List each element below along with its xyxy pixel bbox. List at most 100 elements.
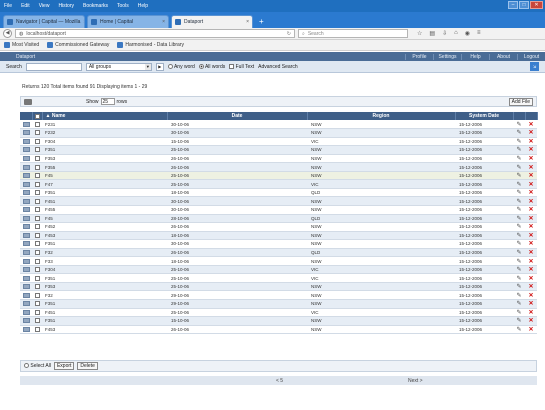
delete-cell[interactable]: ✕ (525, 231, 537, 241)
nav-about[interactable]: About (489, 53, 517, 60)
edit-cell[interactable]: ✎ (513, 256, 525, 266)
row-checkbox[interactable] (32, 145, 42, 155)
row-checkbox[interactable] (32, 299, 42, 309)
delete-cell[interactable]: ✕ (525, 145, 537, 155)
cell-name[interactable]: F232 (42, 128, 167, 138)
edit-cell[interactable]: ✎ (513, 188, 525, 198)
row-checkbox[interactable] (32, 154, 42, 164)
table-row[interactable]: F45 28-10-06 QLD 15-12-2006 ✎ ✕ (20, 214, 537, 224)
table-row[interactable]: F304 15-10-06 VIC 15-12-2006 ✎ ✕ (20, 137, 537, 147)
minimize-icon[interactable]: – (508, 1, 518, 9)
row-checkbox[interactable] (32, 128, 42, 138)
pencil-icon[interactable]: ✎ (513, 300, 525, 307)
delete-cell[interactable]: ✕ (525, 214, 537, 224)
close-tab-icon[interactable]: × (246, 19, 249, 25)
delete-cell[interactable]: ✕ (525, 128, 537, 138)
cell-name[interactable]: F45 (42, 171, 167, 181)
header-checkbox-col[interactable] (32, 112, 43, 120)
pencil-icon[interactable]: ✎ (513, 172, 525, 179)
row-checkbox[interactable] (32, 290, 42, 300)
delete-x-icon[interactable]: ✕ (525, 258, 537, 265)
delete-x-icon[interactable]: ✕ (525, 198, 537, 205)
delete-cell[interactable]: ✕ (525, 316, 537, 326)
table-row[interactable]: F453 18-10-06 NSW 15-12-2006 ✎ ✕ (20, 231, 537, 241)
edit-cell[interactable]: ✎ (513, 162, 525, 172)
row-checkbox[interactable] (32, 120, 42, 130)
delete-x-icon[interactable]: ✕ (525, 266, 537, 273)
cell-name[interactable]: F351 (42, 273, 167, 283)
bookmark-most-visited[interactable]: Most Visited (4, 42, 39, 48)
edit-cell[interactable]: ✎ (513, 248, 525, 258)
edit-cell[interactable]: ✎ (513, 145, 525, 155)
edit-cell[interactable]: ✎ (513, 299, 525, 309)
header-region[interactable]: Region (307, 112, 456, 120)
table-row[interactable]: F353 26-10-06 NSW 15-12-2006 ✎ ✕ (20, 154, 537, 164)
row-checkbox[interactable] (32, 248, 42, 258)
pencil-icon[interactable]: ✎ (513, 223, 525, 230)
export-button[interactable]: Export (53, 362, 75, 370)
edit-cell[interactable]: ✎ (513, 316, 525, 326)
delete-cell[interactable]: ✕ (525, 282, 537, 292)
radio-all-words[interactable]: All words (198, 64, 225, 70)
table-row[interactable]: F232 30-10-06 NSW 15-12-2006 ✎ ✕ (20, 128, 537, 138)
delete-x-icon[interactable]: ✕ (525, 129, 537, 136)
row-checkbox[interactable] (32, 308, 42, 318)
table-row[interactable]: F355 26-10-06 NSW 15-12-2006 ✎ ✕ (20, 162, 537, 172)
row-checkbox[interactable] (32, 222, 42, 232)
row-checkbox[interactable] (32, 256, 42, 266)
delete-cell[interactable]: ✕ (525, 188, 537, 198)
browser-tab-1[interactable]: Navigator | Capital — Mozilla × (3, 15, 85, 28)
edit-cell[interactable]: ✎ (513, 231, 525, 241)
pencil-icon[interactable]: ✎ (513, 198, 525, 205)
search-field-select[interactable]: All groups ▼ (85, 62, 152, 71)
pencil-icon[interactable]: ✎ (513, 266, 525, 273)
delete-x-icon[interactable]: ✕ (525, 240, 537, 247)
delete-x-icon[interactable]: ✕ (525, 172, 537, 179)
table-row[interactable]: F351 25-10-06 VIC 15-12-2006 ✎ ✕ (20, 273, 537, 283)
delete-x-icon[interactable]: ✕ (525, 326, 537, 333)
row-checkbox[interactable] (32, 137, 42, 147)
row-checkbox[interactable] (32, 205, 42, 215)
header-date[interactable]: Date (167, 112, 308, 120)
maximize-icon[interactable]: □ (519, 1, 529, 9)
pencil-icon[interactable]: ✎ (513, 155, 525, 162)
delete-cell[interactable]: ✕ (525, 248, 537, 258)
pencil-icon[interactable]: ✎ (513, 275, 525, 282)
cell-name[interactable]: F304 (42, 265, 167, 275)
edit-cell[interactable]: ✎ (513, 239, 525, 249)
edit-cell[interactable]: ✎ (513, 273, 525, 283)
printer-icon[interactable] (24, 98, 32, 105)
cell-name[interactable]: F33 (42, 256, 167, 266)
menu-edit[interactable]: Edit (21, 3, 30, 9)
cell-name[interactable]: F455 (42, 205, 167, 215)
advanced-search-link[interactable]: Advanced Search (258, 64, 297, 70)
search-go-button[interactable]: ▶ (155, 62, 164, 71)
pencil-icon[interactable]: ✎ (513, 146, 525, 153)
cell-name[interactable]: F32 (42, 248, 167, 258)
cell-name[interactable]: F451 (42, 196, 167, 206)
close-tab-icon[interactable]: × (162, 19, 165, 25)
row-checkbox[interactable] (32, 239, 42, 249)
delete-cell[interactable]: ✕ (525, 171, 537, 181)
table-row[interactable]: F231 30-10-06 NSW 15-12-2006 ✎ ✕ (20, 120, 537, 130)
table-row[interactable]: F47 25-10-06 VIC 15-12-2006 ✎ ✕ (20, 179, 537, 189)
close-tab-icon[interactable]: × (83, 19, 84, 25)
edit-cell[interactable]: ✎ (513, 179, 525, 189)
menu-help[interactable]: Help (138, 3, 148, 9)
delete-cell[interactable]: ✕ (525, 137, 537, 147)
delete-cell[interactable]: ✕ (525, 222, 537, 232)
pencil-icon[interactable]: ✎ (513, 249, 525, 256)
row-checkbox[interactable] (32, 273, 42, 283)
edit-cell[interactable]: ✎ (513, 205, 525, 215)
pencil-icon[interactable]: ✎ (513, 309, 525, 316)
fulltext-checkbox[interactable]: Full Text (229, 64, 254, 70)
row-checkbox[interactable] (32, 325, 42, 335)
table-row[interactable]: F351 25-10-06 NSW 15-12-2006 ✎ ✕ (20, 145, 537, 155)
pencil-icon[interactable]: ✎ (513, 121, 525, 128)
delete-x-icon[interactable]: ✕ (525, 317, 537, 324)
cell-name[interactable]: F231 (42, 120, 167, 130)
home-icon[interactable]: ⌂ (454, 30, 458, 37)
table-row[interactable]: F32 26-10-06 QLD 15-12-2006 ✎ ✕ (20, 248, 537, 258)
delete-x-icon[interactable]: ✕ (525, 232, 537, 239)
radio-any-word[interactable]: Any word (167, 64, 195, 70)
